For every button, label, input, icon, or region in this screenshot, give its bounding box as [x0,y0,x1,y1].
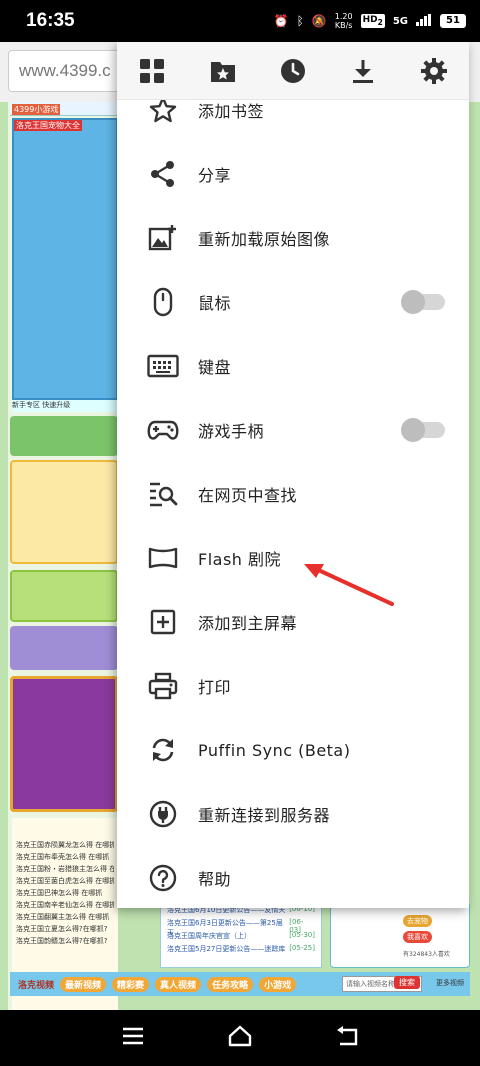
news-item[interactable]: 洛克王国立夏怎么得?在哪抓? [16,924,114,936]
game-frame[interactable] [12,118,118,400]
video-nav: 洛克视频 最新视频 精彩赛 真人视频 任务攻略 小游戏 请输入视频名称 搜索 更… [10,972,470,996]
keyboard-icon [147,350,179,382]
status-icons: ⏰ ᛒ 🔕 1.20 KB/s HD2 5G 51 [274,12,466,30]
network-speed: 1.20 KB/s [334,12,353,30]
news-item[interactable]: 洛克王国粉・岩猎狼主怎么得 在哪抓 [16,864,114,876]
add-to-home-icon [147,606,179,638]
menu-item-label: 打印 [198,678,232,697]
recommend-panel[interactable] [10,460,118,564]
menu-item-label: Puffin Sync (Beta) [198,740,351,760]
status-bar: 16:35 ⏰ ᛒ 🔕 1.20 KB/s HD2 5G 51 [0,0,480,42]
menu-item-label: 游戏手柄 [198,422,265,441]
promo-banner[interactable] [10,416,118,456]
video-section-title: 洛克视频 [18,980,55,991]
reload-image-icon [147,222,179,254]
menu-item-label: 添加书签 [198,102,265,121]
menu-item-gamepad[interactable]: 游戏手柄 [117,398,469,462]
grid-icon[interactable] [132,51,172,91]
browser-menu: 添加书签 分享 重新加载原始图像 鼠标 键盘 游戏手柄 在网页中查找 Flash… [117,42,469,908]
update-row[interactable]: 洛克王国周年庆官宣（上） [05-30] [167,931,315,944]
gamepad-toggle[interactable] [399,416,447,444]
recent-apps-icon[interactable] [122,1027,144,1049]
menu-item-add-to-home[interactable]: 添加到主屏幕 [117,590,469,654]
menu-item-find-in-page[interactable]: 在网页中查找 [117,462,469,526]
news-item[interactable]: 洛克王国赤陨翼龙怎么得 在哪抓 [16,840,114,852]
menu-item-keyboard[interactable]: 键盘 [117,334,469,398]
plug-icon [147,798,179,830]
back-icon[interactable] [336,1026,358,1050]
annotation-arrow [304,564,394,606]
hd-badge: HD2 [360,14,385,28]
download-icon[interactable] [343,51,383,91]
menu-item-help[interactable]: 帮助 [117,846,469,908]
menu-item-label: 在网页中查找 [198,486,298,505]
mouse-icon [147,286,179,318]
menu-item-label: 重新连接到服务器 [198,806,331,825]
settings-gear-icon[interactable] [414,51,454,91]
signal-bars-icon [416,13,432,29]
like-badge[interactable]: 我喜欢 [403,931,432,943]
mute-icon: 🔕 [311,14,327,28]
flash-theater-icon [147,542,179,574]
pet-card-badge[interactable]: 去宠物 [403,915,432,927]
alarm-icon: ⏰ [273,14,289,28]
share-icon [147,158,179,190]
menu-item-label: 键盘 [198,358,232,377]
video-tag[interactable]: 任务攻略 [207,976,254,992]
menu-item-mouse[interactable]: 鼠标 [117,270,469,334]
menu-item-reload-original-image[interactable]: 重新加载原始图像 [117,206,469,270]
history-clock-icon[interactable] [273,51,313,91]
menu-item-puffin-sync[interactable]: Puffin Sync (Beta) [117,718,469,782]
news-item[interactable]: 洛克王国南辛老仙怎么得 在哪抓 [16,900,114,912]
menu-item-label: 分享 [198,166,232,185]
update-list: 洛克王国6月10日更新公告——友情天 [06-10] 洛克王国6月3日更新公告——… [160,902,322,968]
battery-indicator: 51 [440,14,466,28]
video-tag[interactable]: 小游戏 [259,976,297,992]
bluetooth-icon: ᛒ [296,14,304,28]
news-item[interactable]: 洛克王国巴神怎么得 在哪抓 [16,888,114,900]
ad-banner[interactable] [10,626,118,670]
menu-item-flash-theater[interactable]: Flash 剧院 [117,526,469,590]
menu-item-label: 鼠标 [198,294,232,313]
menu-item-reconnect-server[interactable]: 重新连接到服务器 [117,782,469,846]
menu-item-label: Flash 剧院 [198,550,282,569]
site-logo[interactable]: 4399小游戏 [12,104,61,115]
menu-item-share[interactable]: 分享 [117,142,469,206]
sync-icon [147,734,179,766]
featured-image[interactable] [10,676,118,812]
video-search-button[interactable]: 搜索 [394,976,420,989]
news-item[interactable]: 洛克王国至菌白虎怎么得 在哪抓 [16,876,114,888]
video-tag[interactable]: 真人视频 [155,976,202,992]
mouse-toggle[interactable] [399,288,447,316]
video-tag[interactable]: 精彩赛 [112,976,150,992]
search-panel[interactable] [10,570,118,622]
bookmark-folder-icon[interactable] [203,51,243,91]
menu-item-print[interactable]: 打印 [117,654,469,718]
like-count: 有324843人喜欢 [403,951,450,958]
news-item[interactable]: 洛克王国翻翼主怎么得 在哪抓 [16,912,114,924]
video-tag[interactable]: 最新视频 [60,976,107,992]
menu-top-bar [117,42,469,100]
pet-card[interactable]: 去宠物 我喜欢 有324843人喜欢 [330,902,470,968]
menu-item-label: 添加到主屏幕 [198,614,298,633]
update-row[interactable]: 洛克王国6月3日更新公告——第25届天 [06-03] [167,918,315,937]
game-frame-title: 洛克王国宠物大全 [14,120,82,131]
find-in-page-icon [147,478,179,510]
menu-item-label: 帮助 [198,870,232,889]
news-item[interactable]: 洛克王国韵鳍怎么得?在哪抓? [16,936,114,948]
status-time: 16:35 [26,10,75,31]
home-icon[interactable] [227,1025,253,1051]
page-tabs[interactable]: 新手专区 快速升级 [12,400,118,412]
signal-label: 5G [392,15,408,27]
more-videos-link[interactable]: 更多视频 [436,978,464,988]
update-row[interactable]: 洛克王国5月27日更新公告——迷踪库 [05-25] [167,944,315,957]
print-icon [147,670,179,702]
gamepad-icon [147,414,179,446]
news-item[interactable]: 洛克王国布奉壳怎么得 在哪抓 [16,852,114,864]
screen: 16:35 ⏰ ᛒ 🔕 1.20 KB/s HD2 5G 51 www.4399.… [0,0,480,1066]
system-nav-bar [0,1010,480,1066]
menu-item-label: 重新加载原始图像 [198,230,331,249]
help-icon [147,862,179,894]
